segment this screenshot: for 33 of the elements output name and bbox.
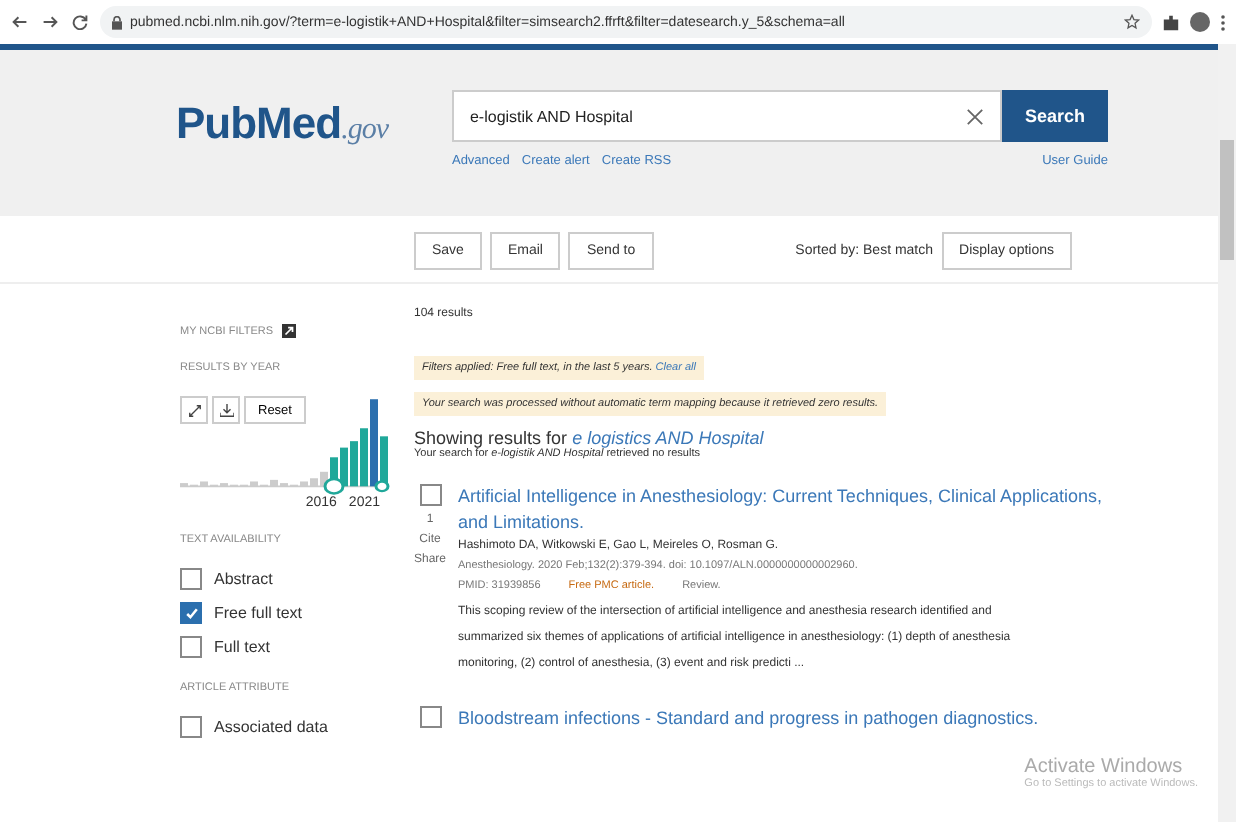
forward-icon[interactable] (40, 14, 60, 30)
reload-icon[interactable] (70, 14, 90, 30)
checkbox-label: Free full text (214, 604, 303, 622)
scrollbar[interactable] (1218, 44, 1236, 822)
result-title-link[interactable]: Bloodstream infections - Standard and progress in pathogen diagnostics. (458, 706, 1128, 732)
checkbox-label: Abstract (214, 570, 273, 588)
search-button[interactable]: Search (1001, 90, 1108, 142)
menu-icon[interactable] (1220, 13, 1226, 31)
result-title-link[interactable]: Artificial Intelligence in Anesthesiology: Current Techniques, Clinical Applications, and Limitations. (458, 484, 1128, 536)
download-button[interactable] (212, 396, 240, 424)
query-link[interactable]: e logistics AND Hospital (572, 428, 764, 448)
activation-title: Activate Windows (1024, 756, 1185, 778)
star-icon[interactable] (1124, 14, 1140, 30)
checkbox[interactable] (180, 568, 202, 590)
checkbox-label: Associated data (214, 718, 328, 736)
checkbox-label: Full text (214, 638, 271, 656)
showing-text: Showing results for (414, 428, 568, 448)
expand-icon (187, 403, 201, 417)
avatar-icon[interactable] (1190, 12, 1210, 32)
checkbox[interactable] (180, 716, 202, 738)
back-icon[interactable] (10, 14, 30, 30)
checkbox[interactable] (419, 706, 441, 728)
checkbox[interactable] (180, 636, 202, 658)
clear-icon[interactable] (965, 107, 984, 125)
pubmed-logo[interactable]: PubMed.gov (176, 98, 388, 150)
external-link-icon[interactable] (281, 324, 296, 338)
expand-button[interactable] (180, 396, 208, 424)
lock-icon (112, 15, 122, 29)
checkbox[interactable] (180, 602, 202, 624)
checkbox[interactable] (419, 484, 441, 506)
download-icon (219, 403, 233, 417)
search-field[interactable]: e-logistik AND Hospital (451, 90, 1002, 142)
puzzle-icon[interactable] (1162, 13, 1180, 31)
